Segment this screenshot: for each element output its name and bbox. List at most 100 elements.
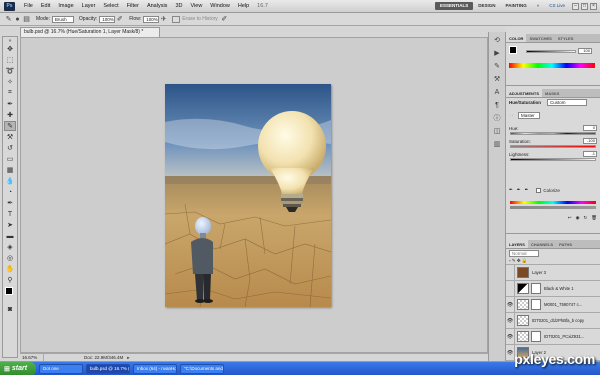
workspace-design[interactable]: DESIGN xyxy=(473,2,500,10)
channel-select[interactable]: Master xyxy=(518,112,541,119)
healing-tool-icon[interactable]: ✚ xyxy=(4,110,16,120)
delete-adjustment-icon[interactable]: 🗑 xyxy=(591,215,597,221)
minimize-icon[interactable]: – xyxy=(572,2,579,10)
hand-tool-icon[interactable]: ✋ xyxy=(4,264,16,274)
lasso-tool-icon[interactable]: ➰ xyxy=(4,66,16,76)
layer-name[interactable]: Layer 3 xyxy=(532,270,546,275)
airbrush-icon[interactable]: ✈ xyxy=(159,15,168,24)
menu-select[interactable]: Select xyxy=(99,0,122,13)
quick-mask-icon[interactable]: ◙ xyxy=(4,304,16,314)
clone-source-icon[interactable]: ⚒ xyxy=(491,74,503,84)
tab-styles[interactable]: STYLES xyxy=(555,34,577,42)
layer-row[interactable]: Layer 3 xyxy=(506,264,600,281)
saturation-field[interactable]: -100 xyxy=(583,138,597,144)
foreground-color-swatch[interactable] xyxy=(5,287,13,295)
blend-mode-select[interactable]: Normal xyxy=(509,250,539,257)
color-swatches[interactable] xyxy=(4,286,16,300)
menu-edit[interactable]: Edit xyxy=(37,0,54,13)
start-button[interactable]: ⊞ start xyxy=(0,361,36,375)
brush-tool-icon[interactable]: ✎ xyxy=(4,121,16,131)
layer-name[interactable]: IDT0201_PCxiZ931... xyxy=(544,334,584,339)
lightness-slider[interactable] xyxy=(510,158,596,161)
pen-tool-icon[interactable]: ✒ xyxy=(4,198,16,208)
dodge-tool-icon[interactable]: ◔ xyxy=(4,187,16,197)
lightness-field[interactable]: -1 xyxy=(583,151,597,157)
taskbar-item-photoshop[interactable]: bulb.psd @ 16.7% (H... xyxy=(86,363,130,374)
workspace-painting[interactable]: PAINTING xyxy=(501,2,532,10)
visibility-eye-icon[interactable] xyxy=(506,264,515,281)
layer-row[interactable]: 👁 IDT0201_d1lzPhBfa_b copy xyxy=(506,312,600,329)
menu-layer[interactable]: Layer xyxy=(78,0,100,13)
navigator-panel-icon[interactable]: ◫ xyxy=(491,126,503,136)
tab-masks[interactable]: MASKS xyxy=(542,89,562,97)
3d-orbit-tool-icon[interactable]: ◎ xyxy=(4,253,16,263)
actions-panel-icon[interactable]: ▶ xyxy=(491,48,503,58)
erase-history-checkbox[interactable] xyxy=(172,15,181,23)
flow-field[interactable]: 100% xyxy=(143,15,160,23)
gradient-tool-icon[interactable]: ▦ xyxy=(4,165,16,175)
paragraph-panel-icon[interactable]: ¶ xyxy=(491,100,503,110)
pressure-opacity-icon[interactable]: ✐ xyxy=(115,15,124,24)
taskbar-item-documents[interactable]: "C:\Documents and S... xyxy=(180,363,224,374)
pressure-size-icon[interactable]: ✐ xyxy=(220,15,229,24)
tab-color[interactable]: COLOR xyxy=(506,34,527,42)
blur-tool-icon[interactable]: 💧 xyxy=(4,176,16,186)
preset-select[interactable]: Custom xyxy=(547,99,588,106)
zoom-tool-icon[interactable]: ⚲ xyxy=(4,275,16,285)
eyedropper-icon[interactable]: ✒ xyxy=(509,187,513,193)
visibility-eye-icon[interactable]: 👁 xyxy=(506,328,515,345)
mode-select[interactable]: Brush xyxy=(51,15,74,23)
tab-paths[interactable]: PATHS xyxy=(556,240,575,248)
hue-field[interactable]: 0 xyxy=(583,125,597,131)
color-slider[interactable] xyxy=(526,50,576,53)
tab-adjustments[interactable]: ADJUSTMENTS xyxy=(506,89,543,97)
color-foreground-swatch[interactable] xyxy=(509,46,517,54)
color-spectrum-bar[interactable] xyxy=(509,63,595,68)
layer-name[interactable]: Black & White 1 xyxy=(544,286,574,291)
document-tab[interactable]: bulb.psd @ 16.7% (Hue/Saturation 1, Laye… xyxy=(20,27,160,37)
type-tool-icon[interactable]: T xyxy=(4,209,16,219)
menu-3d[interactable]: 3D xyxy=(171,0,186,13)
status-menu-icon[interactable]: ▸ xyxy=(127,354,129,361)
brush-size-icon[interactable]: ● xyxy=(13,15,22,24)
workspace-essentials[interactable]: ESSENTIALS xyxy=(435,2,474,10)
eyedropper-tool-icon[interactable]: ✒ xyxy=(4,99,16,109)
menu-file[interactable]: File xyxy=(20,0,37,13)
return-icon[interactable]: ↩ xyxy=(568,215,572,221)
character-panel-icon[interactable]: A xyxy=(491,87,503,97)
reset-icon[interactable]: ↻ xyxy=(584,215,588,221)
history-brush-tool-icon[interactable]: ↺ xyxy=(4,143,16,153)
menu-view[interactable]: View xyxy=(186,0,206,13)
quick-select-tool-icon[interactable]: ✧ xyxy=(4,77,16,87)
zoom-level-menu[interactable]: 16.7 xyxy=(253,0,272,13)
layer-row[interactable]: 👁 IDT0201_PCxiZ931... xyxy=(506,328,600,345)
layer-name[interactable]: IDT0201_d1lzPhBfa_b copy xyxy=(532,318,584,323)
menu-help[interactable]: Help xyxy=(234,0,253,13)
taskbar-item-inbox[interactable]: Inbox (64) - nvanHoo... xyxy=(133,363,177,374)
close-icon[interactable]: × xyxy=(590,2,597,10)
taskbar-item-dot-one[interactable]: Dot one xyxy=(39,363,83,374)
marquee-tool-icon[interactable]: ⬚ xyxy=(4,55,16,65)
move-tool-icon[interactable]: ✥ xyxy=(4,44,16,54)
info-panel-icon[interactable]: ⓘ xyxy=(491,113,503,123)
lock-icons[interactable]: ▫ ✎ ✥ 🔒 xyxy=(509,258,528,264)
menu-window[interactable]: Window xyxy=(206,0,234,13)
visibility-eye-icon[interactable]: 👁 xyxy=(506,296,515,313)
crop-tool-icon[interactable]: ⌗ xyxy=(4,88,16,98)
document-canvas[interactable] xyxy=(165,84,331,307)
zoom-field[interactable]: 16.67% xyxy=(20,354,44,361)
layer-name[interactable]: M0001_7590747 c... xyxy=(544,302,582,307)
toolbox-collapse-icon[interactable]: » xyxy=(4,38,16,44)
cs-live-button[interactable]: CS Live xyxy=(544,2,570,10)
hue-slider[interactable] xyxy=(510,132,596,135)
histogram-panel-icon[interactable]: ▥ xyxy=(491,139,503,149)
eraser-tool-icon[interactable]: ▭ xyxy=(4,154,16,164)
brush-tool-preset-icon[interactable]: ✎ xyxy=(4,15,13,24)
color-value-field[interactable]: 100 xyxy=(578,48,592,54)
path-select-tool-icon[interactable]: ➤ xyxy=(4,220,16,230)
tab-channels[interactable]: CHANNELS xyxy=(528,240,556,248)
hand-adjust-icon[interactable]: ☜ xyxy=(509,113,513,119)
eyedropper-minus-icon[interactable]: ✒ xyxy=(525,187,529,193)
layer-row[interactable]: 👁 M0001_7590747 c... xyxy=(506,296,600,313)
saturation-slider[interactable] xyxy=(510,145,596,148)
